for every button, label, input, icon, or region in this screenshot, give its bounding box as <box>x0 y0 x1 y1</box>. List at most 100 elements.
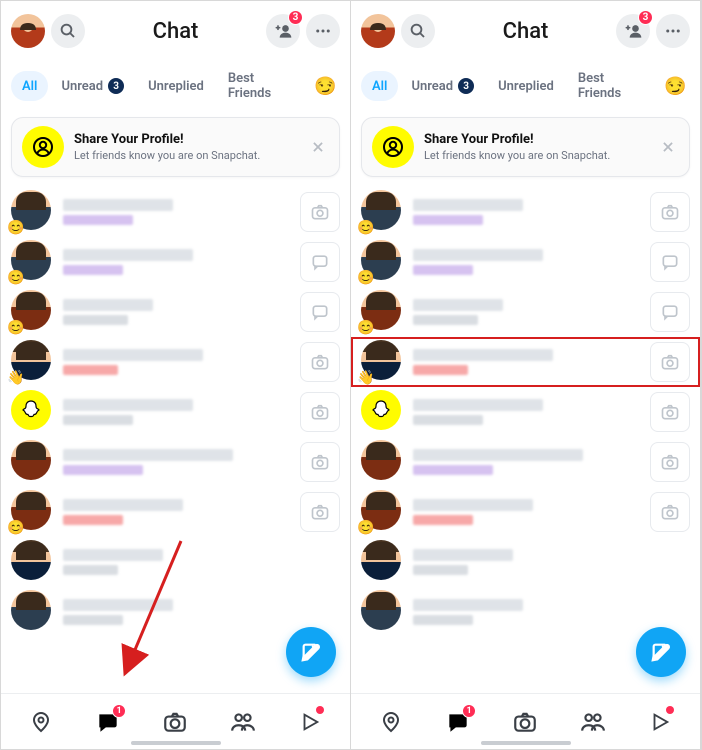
chat-row-text <box>413 349 642 375</box>
avatar-wrap: 😊 <box>11 240 55 284</box>
filter-unread[interactable]: Unread 3 <box>50 71 135 101</box>
header: Chat 3 <box>1 1 350 61</box>
chat-row[interactable]: 👋 <box>351 337 700 387</box>
chat-row[interactable]: 😊 <box>1 287 350 337</box>
snap-button[interactable] <box>300 342 340 382</box>
more-button[interactable] <box>306 14 340 48</box>
chat-row[interactable] <box>1 537 350 587</box>
chat-row-text <box>413 449 642 475</box>
add-friend-button[interactable]: 3 <box>266 14 300 48</box>
snap-button[interactable] <box>650 442 690 482</box>
reply-button[interactable] <box>300 292 340 332</box>
share-close-button[interactable] <box>307 136 329 158</box>
filter-bestfriends[interactable]: Best Friends <box>217 71 309 101</box>
camera-icon <box>660 352 680 372</box>
chat-status-blur <box>413 215 483 225</box>
search-button[interactable] <box>51 14 85 48</box>
nav-map[interactable] <box>369 702 413 742</box>
chat-row[interactable] <box>351 387 700 437</box>
friend-avatar[interactable] <box>11 590 51 630</box>
add-friend-button[interactable]: 3 <box>616 14 650 48</box>
chat-row[interactable] <box>351 437 700 487</box>
reply-button[interactable] <box>300 242 340 282</box>
nav-chat[interactable]: 1 <box>86 702 130 742</box>
camera-icon <box>310 452 330 472</box>
friend-avatar[interactable] <box>11 440 51 480</box>
avatar-wrap <box>11 540 55 584</box>
avatar-wrap <box>361 540 405 584</box>
filter-unreplied[interactable]: Unreplied <box>137 71 215 101</box>
friend-name-blur <box>413 499 533 511</box>
reply-button[interactable] <box>650 242 690 282</box>
nav-camera[interactable] <box>503 702 547 742</box>
camera-icon <box>660 502 680 522</box>
nav-map[interactable] <box>19 702 63 742</box>
filter-emoji[interactable]: 😏 <box>661 71 690 101</box>
search-button[interactable] <box>401 14 435 48</box>
snap-button[interactable] <box>300 192 340 232</box>
snap-button[interactable] <box>650 192 690 232</box>
share-profile-card[interactable]: Share Your Profile! Let friends know you… <box>361 117 690 177</box>
filter-all[interactable]: All <box>11 71 48 101</box>
chat-row[interactable]: 😊 <box>351 187 700 237</box>
chat-row[interactable]: 😊 <box>351 287 700 337</box>
add-friend-icon <box>273 21 293 41</box>
filter-all[interactable]: All <box>361 71 398 101</box>
chat-row[interactable]: 😊 <box>351 237 700 287</box>
chat-row[interactable]: 😊 <box>1 187 350 237</box>
friend-avatar[interactable] <box>361 390 401 430</box>
page-title: Chat <box>91 19 260 44</box>
filter-unreplied-label: Unreplied <box>498 79 554 94</box>
filter-unreplied[interactable]: Unreplied <box>487 71 565 101</box>
people-icon <box>580 709 606 735</box>
chat-row[interactable] <box>1 437 350 487</box>
new-chat-fab[interactable] <box>636 627 686 677</box>
chat-row[interactable] <box>351 537 700 587</box>
friend-avatar[interactable] <box>361 440 401 480</box>
chat-row[interactable]: 😊 <box>351 487 700 537</box>
share-profile-text: Share Your Profile! Let friends know you… <box>424 132 647 162</box>
friend-avatar[interactable] <box>361 540 401 580</box>
snap-button[interactable] <box>300 442 340 482</box>
my-avatar[interactable] <box>361 14 395 48</box>
share-profile-card[interactable]: Share Your Profile! Let friends know you… <box>11 117 340 177</box>
snap-button[interactable] <box>650 342 690 382</box>
nav-chat[interactable]: 1 <box>436 702 480 742</box>
friend-avatar[interactable] <box>11 390 51 430</box>
chat-row[interactable]: 😊 <box>1 487 350 537</box>
friend-avatar[interactable] <box>11 540 51 580</box>
friend-name-blur <box>63 499 183 511</box>
reply-button[interactable] <box>650 292 690 332</box>
nav-stories[interactable] <box>571 702 615 742</box>
filter-emoji[interactable]: 😏 <box>311 71 340 101</box>
chat-list[interactable]: 😊😊😊👋😊 <box>351 187 700 693</box>
home-indicator <box>481 741 571 745</box>
chat-row[interactable]: 😊 <box>1 237 350 287</box>
filter-unread[interactable]: Unread 3 <box>400 71 485 101</box>
friend-name-blur <box>413 449 583 461</box>
camera-icon <box>310 352 330 372</box>
filter-bestfriends[interactable]: Best Friends <box>567 71 659 101</box>
snap-button[interactable] <box>300 492 340 532</box>
chat-list[interactable]: 😊😊😊👋😊 <box>1 187 350 693</box>
nav-camera[interactable] <box>153 702 197 742</box>
friend-avatar[interactable] <box>361 590 401 630</box>
share-close-button[interactable] <box>657 136 679 158</box>
new-chat-fab[interactable] <box>286 627 336 677</box>
chat-row-text <box>63 249 292 275</box>
nav-stories[interactable] <box>221 702 265 742</box>
chat-row-text <box>63 449 292 475</box>
chat-row[interactable]: 👋 <box>1 337 350 387</box>
snap-button[interactable] <box>650 392 690 432</box>
nav-spotlight[interactable] <box>638 702 682 742</box>
nav-chat-badge: 1 <box>462 704 476 718</box>
snap-button[interactable] <box>650 492 690 532</box>
close-icon <box>661 140 675 154</box>
chat-status-blur <box>63 415 133 425</box>
snap-button[interactable] <box>300 392 340 432</box>
more-button[interactable] <box>656 14 690 48</box>
chat-row[interactable] <box>1 387 350 437</box>
chat-row-text <box>63 349 292 375</box>
my-avatar[interactable] <box>11 14 45 48</box>
nav-spotlight[interactable] <box>288 702 332 742</box>
